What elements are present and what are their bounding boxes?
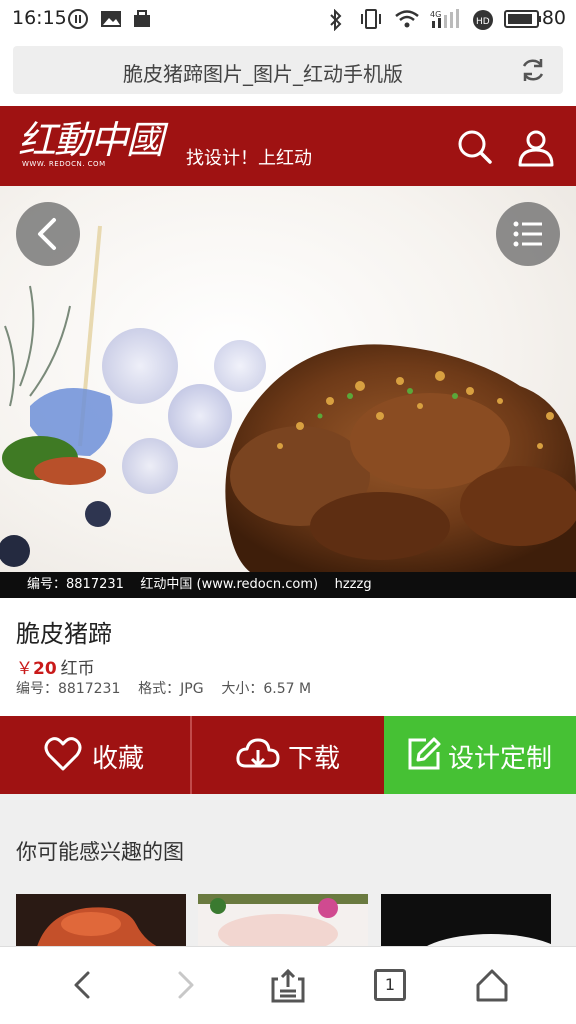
- menu-button[interactable]: [496, 202, 560, 266]
- battery-percent: 80: [541, 7, 566, 29]
- signal-4g-icon: 4G: [430, 9, 459, 28]
- home-icon[interactable]: [474, 967, 510, 1003]
- price-amount: 20: [33, 659, 57, 679]
- bag-notification-icon: [134, 10, 150, 27]
- tabs-button[interactable]: 1: [374, 969, 406, 1001]
- heart-icon: [44, 737, 82, 771]
- product-meta: 编号：8817231 格式：JPG 大小：6.57 M: [16, 681, 312, 697]
- image-watermark-caption: 编号：8817231 红动中国 (www.redocn.com) hzzzg: [0, 572, 576, 598]
- site-slogan: 找设计！上红动: [186, 148, 312, 169]
- related-image-3: [381, 894, 551, 950]
- bluetooth-icon: [330, 9, 342, 31]
- share-icon[interactable]: [270, 967, 306, 1005]
- site-logo[interactable]: 红動中國 WWW. REDOCN. COM: [18, 120, 178, 176]
- address-bar[interactable]: 脆皮猪蹄图片_图片_红动手机版: [13, 46, 563, 94]
- status-time: 16:15: [12, 7, 67, 29]
- custom-design-button[interactable]: 设计定制: [384, 716, 576, 794]
- price-symbol: ￥: [16, 659, 33, 679]
- user-icon[interactable]: [516, 128, 556, 168]
- pause-notification-icon: [68, 9, 88, 29]
- browser-toolbar: 脆皮猪蹄图片_图片_红动手机版: [0, 36, 576, 106]
- product-price: ￥20 红币: [16, 654, 95, 679]
- svg-text:4G: 4G: [430, 10, 441, 19]
- product-image[interactable]: 编号：8817231 红动中国 (www.redocn.com) hzzzg: [0, 186, 576, 598]
- wifi-icon: [395, 10, 419, 28]
- image-notification-icon: [101, 11, 121, 27]
- related-thumb[interactable]: [381, 894, 551, 950]
- svg-text:HD: HD: [476, 17, 490, 27]
- related-section: 你可能感兴趣的图: [0, 794, 576, 954]
- related-image-2: [198, 894, 368, 950]
- list-menu-icon: [513, 221, 542, 247]
- logo-text: 红動中國: [18, 118, 164, 162]
- product-name: 脆皮猪蹄: [16, 620, 112, 648]
- download-button[interactable]: 下载: [190, 716, 384, 794]
- battery-icon: [504, 10, 541, 28]
- site-header: 红動中國 WWW. REDOCN. COM 找设计！上红动: [0, 106, 576, 186]
- nav-back-icon[interactable]: [66, 967, 98, 1003]
- search-icon[interactable]: [456, 128, 494, 166]
- food-photo: [0, 225, 576, 572]
- custom-design-label: 设计定制: [448, 744, 553, 774]
- favorite-button[interactable]: 收藏: [0, 716, 190, 794]
- reload-icon[interactable]: [519, 56, 547, 84]
- browser-bottom-nav: 1: [0, 946, 576, 1024]
- hd-voice-icon: HD: [473, 10, 493, 30]
- chevron-left-icon: [38, 218, 56, 250]
- related-image-1: [16, 894, 186, 950]
- related-heading: 你可能感兴趣的图: [16, 840, 184, 864]
- back-button[interactable]: [16, 202, 80, 266]
- tab-count: 1: [384, 975, 396, 994]
- related-thumb[interactable]: [198, 894, 368, 950]
- vibrate-icon: [361, 9, 381, 29]
- product-info: 脆皮猪蹄 ￥20 红币 编号：8817231 格式：JPG 大小：6.57 M: [0, 598, 576, 716]
- page-title: 脆皮猪蹄图片_图片_红动手机版: [123, 62, 403, 86]
- price-unit: 红币: [60, 659, 95, 679]
- related-thumb[interactable]: [16, 894, 186, 950]
- nav-forward-icon[interactable]: [170, 967, 202, 1003]
- action-bar: 收藏 下载 设计定制: [0, 716, 576, 794]
- status-bar: 16:15 4G HD 80: [0, 0, 576, 36]
- edit-icon: [408, 737, 441, 770]
- favorite-label: 收藏: [92, 744, 145, 774]
- app-root: 16:15 4G HD 80 脆皮猪蹄图片_图片_红动手机版 红動中國 WWW.…: [0, 0, 576, 1024]
- cloud-download-icon: [236, 738, 280, 768]
- download-label: 下载: [288, 744, 341, 774]
